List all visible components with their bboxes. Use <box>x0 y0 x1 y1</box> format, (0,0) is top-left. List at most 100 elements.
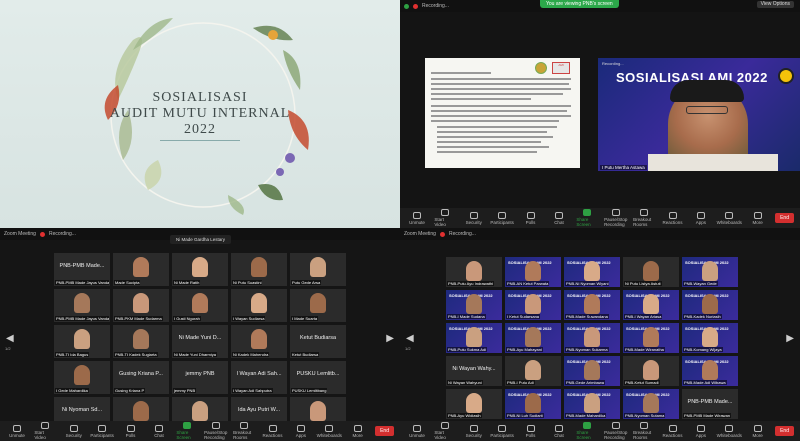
participant-tile[interactable]: SOSIALISASI AMI 2022PNB-I Made Sudana <box>446 290 502 320</box>
participant-tile[interactable]: Made Sucipta <box>113 253 169 286</box>
toolbar-button-apps[interactable]: Apps <box>690 424 712 438</box>
participant-tile[interactable]: SOSIALISASI AMI 2022PNB-Ayu Mahayani <box>505 323 561 353</box>
participant-tile[interactable]: SOSIALISASI AMI 2022PNB-Wayan Gede <box>682 257 738 287</box>
toolbar-button-start-video[interactable]: Start Video <box>434 209 456 227</box>
participant-tile[interactable]: SOSIALISASI AMI 2022PNB-Kadek Nuriasih <box>682 290 738 320</box>
toolbar-button-pause-stop-recording[interactable]: Pause/Stop Recording <box>604 422 627 440</box>
participant-display-name: Ni Made Yuni D... <box>178 335 222 341</box>
participant-tile[interactable]: I Wayan Sudiarsa <box>231 289 287 322</box>
toolbar-button-whiteboards[interactable]: Whiteboards <box>717 211 742 225</box>
participant-tile[interactable]: PNB-Ayu Widiasih <box>446 389 502 419</box>
participant-tile[interactable]: Ni Putu Suastini <box>231 253 287 286</box>
toolbar-button-share-screen[interactable]: Share Screen <box>176 422 198 440</box>
participant-tile[interactable]: Ni Kadek Mahendra <box>231 325 287 358</box>
toolbar-button-start-video[interactable]: Start Video <box>434 422 456 440</box>
toolbar-button-participants[interactable]: Participants <box>90 424 114 438</box>
participant-tile[interactable]: Ni Putu Listya Astuti <box>623 257 679 287</box>
speaker-video[interactable]: Recording... SOSIALISASI AMI 2022 I Putu… <box>598 58 800 171</box>
participant-tile[interactable]: PNB-PMB Made... PNB-PMB Made Jayus Vanda <box>54 253 110 286</box>
end-meeting-button[interactable]: End <box>775 213 794 223</box>
toolbar-button-polls[interactable]: Polls <box>520 211 542 225</box>
participant-tile[interactable]: SOSIALISASI AMI 2022PNB-Made Mahardika <box>564 389 620 419</box>
participant-tile[interactable]: SOSIALISASI AMI 2022PNB-Made Adi Wibawa <box>682 356 738 386</box>
participant-tile[interactable]: Ni Made Yuni D... Ni Made Yuni Dharmiya <box>172 325 228 358</box>
next-page-icon[interactable]: ▶ <box>786 333 794 344</box>
participant-video <box>192 257 208 277</box>
end-meeting-button[interactable]: End <box>375 426 394 436</box>
participant-name-label: PNB-Putu Ayu Indrawathi <box>447 281 495 286</box>
toolbar-button-participants[interactable]: Participants <box>490 424 514 438</box>
toolbar-button-whiteboards[interactable]: Whiteboards <box>317 424 342 438</box>
apps-icon <box>696 424 705 432</box>
participant-tile[interactable]: PNB-Ketut Sumadi <box>623 356 679 386</box>
participant-tile[interactable]: Ni Wayan Wahy... Ni Wayan Wahyuni <box>446 356 502 386</box>
participant-tile[interactable]: PNB-I Putu Adi <box>505 356 561 386</box>
toolbar-label: More <box>752 432 763 438</box>
participant-tile[interactable]: PNB-TI Kadek Sugiarta <box>113 325 169 358</box>
participant-tile[interactable]: PNB-PKM Made Sudarma <box>113 289 169 322</box>
toolbar-button-participants[interactable]: Participants <box>490 211 514 225</box>
speaker-shirt <box>648 154 778 171</box>
participant-tile[interactable]: SOSIALISASI AMI 2022PNB-Nyoman Sutama <box>623 389 679 419</box>
toolbar-button-whiteboards[interactable]: Whiteboards <box>717 424 742 438</box>
participant-tile[interactable]: SOSIALISASI AMI 2022PNB-Made Wiranatha <box>623 323 679 353</box>
toolbar-button-breakout-rooms[interactable]: Breakout Rooms <box>233 422 255 440</box>
participant-tile[interactable]: PNB-TI Ida Bagus <box>54 325 110 358</box>
participant-tile[interactable]: SOSIALISASI AMI 2022I Ketut Sudarsana <box>505 290 561 320</box>
participant-tile[interactable]: I Gusti Ngurah <box>172 289 228 322</box>
toolbar-button-chat[interactable]: Chat <box>548 211 570 225</box>
toolbar-button-share-screen[interactable]: Share Screen <box>576 209 598 227</box>
toolbar-button-apps[interactable]: Apps <box>690 211 712 225</box>
toolbar-button-reactions[interactable]: Reactions <box>662 424 684 438</box>
toolbar-button-security[interactable]: Security <box>63 424 85 438</box>
toolbar-button-polls[interactable]: Polls <box>520 424 542 438</box>
toolbar-button-unmute[interactable]: Unmute <box>6 424 28 438</box>
end-meeting-button[interactable]: End <box>775 426 794 436</box>
participant-tile[interactable]: I Gede Mahardika <box>54 361 110 394</box>
participant-tile[interactable]: I Wayan Adi Sah... I Wayan Adi Sahputra <box>231 361 287 394</box>
participant-tile[interactable]: I Made Suarta <box>290 289 346 322</box>
toolbar-button-unmute[interactable]: Unmute <box>406 424 428 438</box>
participant-tile[interactable]: SOSIALISASI AMI 2022PNB-Nyoman Sukarma <box>564 323 620 353</box>
toolbar-button-breakout-rooms[interactable]: Breakout Rooms <box>633 422 655 440</box>
view-options-button[interactable]: View Options <box>756 1 794 8</box>
participant-tile[interactable]: SOSIALISASI AMI 2022PNB-Komang Wijaya <box>682 323 738 353</box>
toolbar-button-pause-stop-recording[interactable]: Pause/Stop Recording <box>204 422 227 440</box>
participant-tile[interactable]: Ketut Budiarsa Ketut Budiarsa <box>290 325 346 358</box>
participant-tile[interactable]: SOSIALISASI AMI 2022PNB-Putu Sukma Adi <box>446 323 502 353</box>
recording-label: Recording... <box>422 3 449 9</box>
participant-tile[interactable]: SOSIALISASI AMI 2022PNB-I Wayan Ariasa <box>623 290 679 320</box>
participant-tile[interactable]: SOSIALISASI AMI 2022PNB-AN Ketut Parwata <box>505 257 561 287</box>
toolbar-button-unmute[interactable]: Unmute <box>406 211 428 225</box>
toolbar-button-more[interactable]: More <box>747 211 769 225</box>
participant-tile[interactable]: SOSIALISASI AMI 2022PNB-Gede Arimbawa <box>564 356 620 386</box>
toolbar-button-more[interactable]: More <box>747 424 769 438</box>
participant-tile[interactable]: SOSIALISASI AMI 2022PNB-Ni Nyoman Wiyani <box>564 257 620 287</box>
toolbar-button-security[interactable]: Security <box>463 211 485 225</box>
toolbar-button-reactions[interactable]: Reactions <box>662 211 684 225</box>
participant-tile[interactable]: PUSKU Lemlitb... PUSKU Lemlitbang <box>290 361 346 394</box>
participant-tile[interactable]: SOSIALISASI AMI 2022PNB-Made Suwandana <box>564 290 620 320</box>
participant-tile[interactable]: PNB-PMB Made... PNB-PMB Made Wirawan <box>682 389 738 419</box>
toolbar-button-start-video[interactable]: Start Video <box>34 422 56 440</box>
toolbar-button-share-screen[interactable]: Share Screen <box>576 422 598 440</box>
prev-page-icon[interactable]: ◀ <box>6 333 14 344</box>
toolbar-button-more[interactable]: More <box>347 424 369 438</box>
prev-page-icon[interactable]: ◀ <box>406 333 414 344</box>
toolbar-button-reactions[interactable]: Reactions <box>262 424 284 438</box>
participant-tile[interactable]: jemmy PNB jemmy PNB <box>172 361 228 394</box>
toolbar-button-breakout-rooms[interactable]: Breakout Rooms <box>633 209 655 227</box>
toolbar-button-chat[interactable]: Chat <box>148 424 170 438</box>
participant-tile[interactable]: Ni Made Ratih <box>172 253 228 286</box>
toolbar-button-polls[interactable]: Polls <box>120 424 142 438</box>
toolbar-button-apps[interactable]: Apps <box>290 424 312 438</box>
participant-tile[interactable]: PNB-PMB Made Jayus Vanda <box>54 289 110 322</box>
toolbar-button-pause-stop-recording[interactable]: Pause/Stop Recording <box>604 209 627 227</box>
participant-tile[interactable]: SOSIALISASI AMI 2022PNB-Ni Luh Sudiarti <box>505 389 561 419</box>
participant-tile[interactable]: Putu Gede Arsa <box>290 253 346 286</box>
participant-tile[interactable]: PNB-Putu Ayu Indrawathi <box>446 257 502 287</box>
participant-tile[interactable]: Gusing Kriana P... Gusing Kriana P <box>113 361 169 394</box>
toolbar-button-security[interactable]: Security <box>463 424 485 438</box>
toolbar-button-chat[interactable]: Chat <box>548 424 570 438</box>
next-page-icon[interactable]: ▶ <box>386 333 394 344</box>
